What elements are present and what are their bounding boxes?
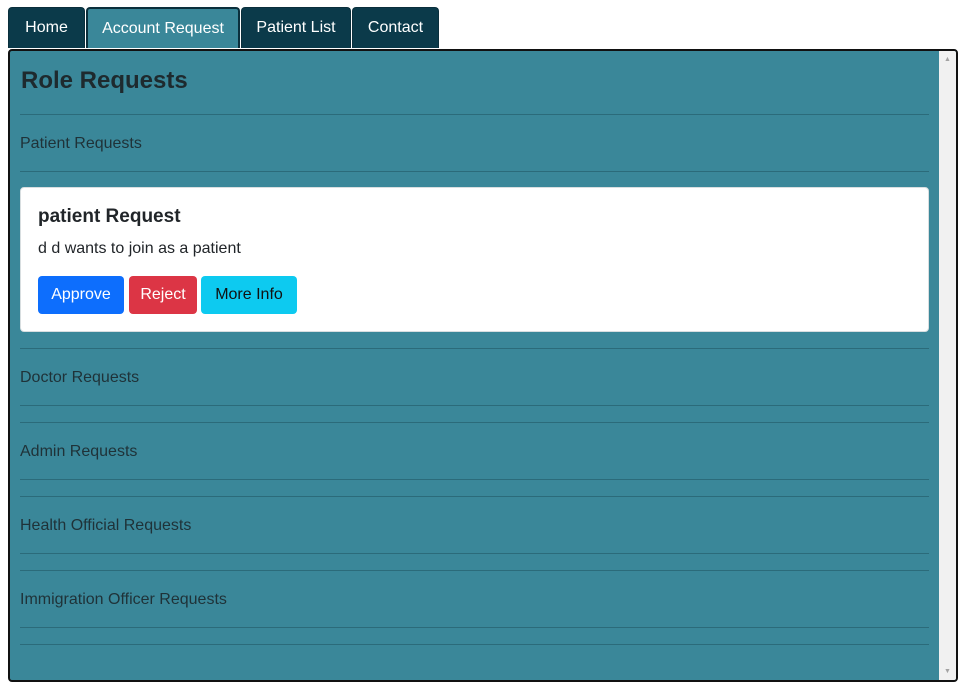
request-card-title: patient Request [38, 206, 181, 227]
divider [20, 348, 929, 349]
approve-button[interactable]: Approve [38, 276, 124, 314]
section-health-official-requests: Health Official Requests [20, 517, 192, 534]
page-title: Role Requests [21, 67, 188, 94]
tab-home-label: Home [25, 19, 68, 36]
request-card-message: d d wants to join as a patient [38, 240, 241, 257]
tab-account-request[interactable]: Account Request [86, 7, 240, 48]
divider [20, 553, 929, 554]
divider [20, 114, 929, 115]
section-doctor-requests: Doctor Requests [20, 369, 140, 386]
divider [20, 570, 929, 571]
tab-patient-list[interactable]: Patient List [241, 7, 351, 48]
tab-contact[interactable]: Contact [352, 7, 439, 48]
role-requests-panel: Role Requests Patient Requests patient R… [8, 49, 958, 682]
divider [20, 496, 929, 497]
reject-button[interactable]: Reject [129, 276, 197, 314]
divider [20, 171, 929, 172]
section-admin-requests: Admin Requests [20, 443, 138, 460]
divider [20, 479, 929, 480]
divider [20, 422, 929, 423]
more-info-button[interactable]: More Info [201, 276, 297, 314]
triangle-up-icon[interactable]: ▲ [939, 51, 956, 68]
vertical-scrollbar[interactable]: ▲ ▼ [939, 51, 956, 680]
tab-home[interactable]: Home [8, 7, 85, 48]
request-card: patient Request d d wants to join as a p… [20, 187, 929, 332]
nav-tabs: Home Account Request Patient List Contac… [8, 7, 440, 49]
triangle-down-icon[interactable]: ▼ [939, 663, 956, 680]
divider [20, 627, 929, 628]
section-patient-requests: Patient Requests [20, 135, 142, 152]
panel-content: Role Requests Patient Requests patient R… [20, 51, 929, 680]
divider [20, 644, 929, 645]
tab-patient-list-label: Patient List [256, 19, 336, 36]
tab-contact-label: Contact [367, 19, 424, 36]
section-immigration-officer-requests: Immigration Officer Requests [20, 591, 227, 608]
tab-account-request-label: Account Request [102, 19, 224, 37]
divider [20, 405, 929, 406]
